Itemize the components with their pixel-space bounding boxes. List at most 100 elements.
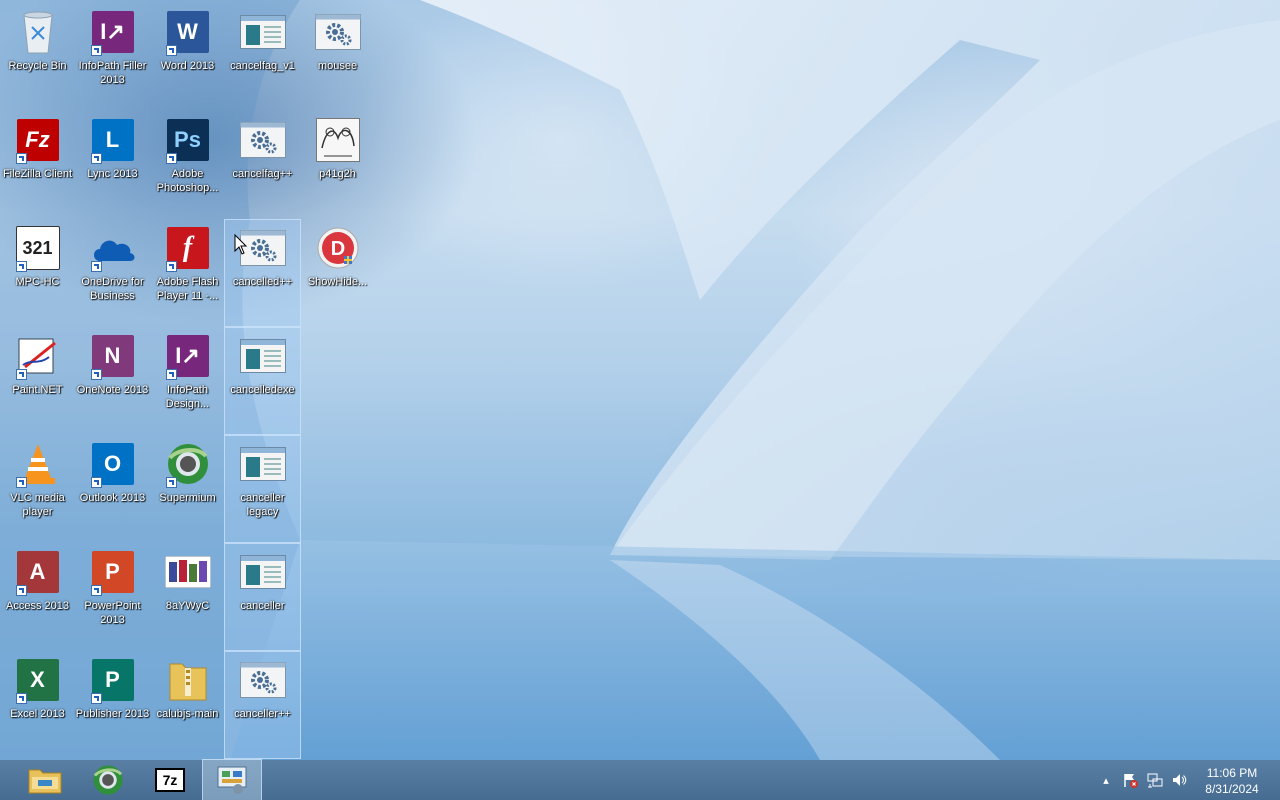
desktop-icon-canceller-pp[interactable]: canceller++ <box>224 651 301 759</box>
paintnet-icon <box>14 332 62 380</box>
desktop[interactable]: Recycle Bin Fz FileZilla Client 321 MPC-… <box>0 0 1280 760</box>
shortcut-arrow-icon <box>90 477 102 488</box>
desktop-icon-cancelfag-v1[interactable]: cancelfag_v1 <box>225 4 300 110</box>
desktop-icon-mpc-hc[interactable]: 321 MPC-HC <box>0 220 75 326</box>
desktop-icon-canceller[interactable]: canceller <box>224 543 301 651</box>
shortcut-arrow-icon <box>165 477 177 488</box>
shortcut-arrow-icon <box>15 693 27 704</box>
icon-label: cancelledexe <box>230 384 295 396</box>
icon-label: Lync 2013 <box>87 168 138 180</box>
shortcut-arrow-icon <box>90 261 102 272</box>
desktop-icon-vlc[interactable]: VLC media player <box>0 436 75 542</box>
icon-label: Outlook 2013 <box>79 492 146 504</box>
image-thumbnail-icon <box>164 548 212 596</box>
supermium-icon <box>93 765 123 795</box>
desktop-icon-powerpoint[interactable]: P PowerPoint 2013 <box>75 544 150 650</box>
supermium-icon <box>164 440 212 488</box>
vlc-icon <box>14 440 62 488</box>
desktop-icon-supermium[interactable]: Supermium <box>150 436 225 542</box>
onedrive-icon <box>89 224 137 272</box>
shortcut-arrow-icon <box>15 477 27 488</box>
desktop-icon-publisher[interactable]: P Publisher 2013 <box>75 652 150 758</box>
shortcut-arrow-icon <box>90 693 102 704</box>
photoshop-icon: Ps <box>164 116 212 164</box>
taskbar-file-explorer[interactable] <box>16 760 74 800</box>
desktop-icon-cancelledexe[interactable]: cancelledexe <box>224 327 301 435</box>
gear-file-icon <box>239 656 287 704</box>
desktop-icon-infopath-designer[interactable]: I↗ InfoPath Design... <box>150 328 225 434</box>
icon-label: Paint.NET <box>12 384 63 396</box>
taskbar-supermium[interactable] <box>79 760 137 800</box>
application-window-icon <box>239 548 287 596</box>
powerpoint-icon: P <box>89 548 137 596</box>
desktop-icon-mousee[interactable]: mousee <box>300 4 375 110</box>
icon-label: 8aYWyC <box>165 600 210 612</box>
flash-player-icon: f <box>164 224 212 272</box>
desktop-icon-infopath-filler[interactable]: I↗ InfoPath Filler 2013 <box>75 4 150 110</box>
icon-label: OneNote 2013 <box>76 384 149 396</box>
7zip-icon: 7z <box>155 768 185 792</box>
desktop-icon-word[interactable]: W Word 2013 <box>150 4 225 110</box>
desktop-icon-photoshop[interactable]: Ps Adobe Photoshop... <box>150 112 225 218</box>
action-center-flag-icon[interactable] <box>1122 772 1138 788</box>
shortcut-arrow-icon <box>90 45 102 56</box>
icon-label: canceller <box>240 600 285 612</box>
desktop-icon-filezilla[interactable]: Fz FileZilla Client <box>0 112 75 218</box>
lync-icon: L <box>89 116 137 164</box>
chevron-up-icon: ▴ <box>1103 774 1109 787</box>
desktop-icon-recycle-bin[interactable]: Recycle Bin <box>0 4 75 110</box>
desktop-icon-canceller-legacy[interactable]: canceller legacy <box>224 435 301 543</box>
icon-label: mousee <box>317 60 358 72</box>
desktop-icon-cancelfag-pp[interactable]: cancelfag++ <box>225 112 300 218</box>
desktop-icon-flash-player[interactable]: f Adobe Flash Player 11 -... <box>150 220 225 326</box>
desktop-icon-8aywyc[interactable]: 8aYWyC <box>150 544 225 650</box>
infopath-filler-icon: I↗ <box>89 8 137 56</box>
icon-label: MPC-HC <box>15 276 60 288</box>
7zip-icon-text: 7z <box>162 772 178 788</box>
desktop-icon-excel[interactable]: X Excel 2013 <box>0 652 75 758</box>
taskbar-clock[interactable]: 11:06 PM 8/31/2024 <box>1196 765 1268 797</box>
mouse-cursor-icon <box>234 234 248 255</box>
icon-label: Publisher 2013 <box>75 708 150 720</box>
zip-folder-icon <box>164 656 212 704</box>
icon-label: canceller legacy <box>240 492 285 518</box>
taskbar-control-panel[interactable] <box>202 759 262 800</box>
shortcut-arrow-icon <box>165 45 177 56</box>
volume-icon[interactable] <box>1171 772 1187 788</box>
icon-label: calubjs-main <box>156 708 219 720</box>
desktop-icon-access[interactable]: A Access 2013 <box>0 544 75 650</box>
desktop-icon-paintnet[interactable]: Paint.NET <box>0 328 75 434</box>
shortcut-arrow-icon <box>90 585 102 596</box>
desktop-icon-calubjs-main[interactable]: calubjs-main <box>150 652 225 758</box>
icon-label: InfoPath Filler 2013 <box>78 60 147 86</box>
desktop-icon-onenote[interactable]: N OneNote 2013 <box>75 328 150 434</box>
gear-file-icon <box>239 116 287 164</box>
taskbar-7zip[interactable]: 7z <box>141 760 199 800</box>
icon-label: OneDrive for Business <box>81 276 144 302</box>
publisher-icon: P <box>89 656 137 704</box>
filezilla-icon: Fz <box>14 116 62 164</box>
desktop-icon-onedrive[interactable]: OneDrive for Business <box>75 220 150 326</box>
taskbar: 7z ▴ 11:06 PM 8/31/2024 <box>0 759 1280 800</box>
desktop-icon-p41g2h[interactable]: p41g2h <box>300 112 375 218</box>
showhide-icon: D <box>314 224 362 272</box>
shortcut-arrow-icon <box>15 369 27 380</box>
icon-label: cancelfag_v1 <box>230 60 295 72</box>
icon-label: VLC media player <box>10 492 65 518</box>
icon-label: Adobe Photoshop... <box>156 168 219 194</box>
icon-label: ShowHide... <box>307 276 368 288</box>
desktop-icon-outlook[interactable]: O Outlook 2013 <box>75 436 150 542</box>
network-icon[interactable] <box>1147 772 1163 788</box>
clock-time: 11:06 PM <box>1206 766 1258 780</box>
desktop-icon-lync[interactable]: L Lync 2013 <box>75 112 150 218</box>
desktop-icon-showhide[interactable]: D ShowHide... <box>300 220 375 326</box>
shortcut-arrow-icon <box>165 153 177 164</box>
show-hidden-icons-button[interactable]: ▴ <box>1098 772 1114 788</box>
control-panel-icon <box>217 766 247 794</box>
excel-icon: X <box>14 656 62 704</box>
application-window-icon <box>239 440 287 488</box>
shortcut-arrow-icon <box>15 261 27 272</box>
access-icon: A <box>14 548 62 596</box>
icon-label: canceller++ <box>234 708 291 720</box>
word-icon: W <box>164 8 212 56</box>
